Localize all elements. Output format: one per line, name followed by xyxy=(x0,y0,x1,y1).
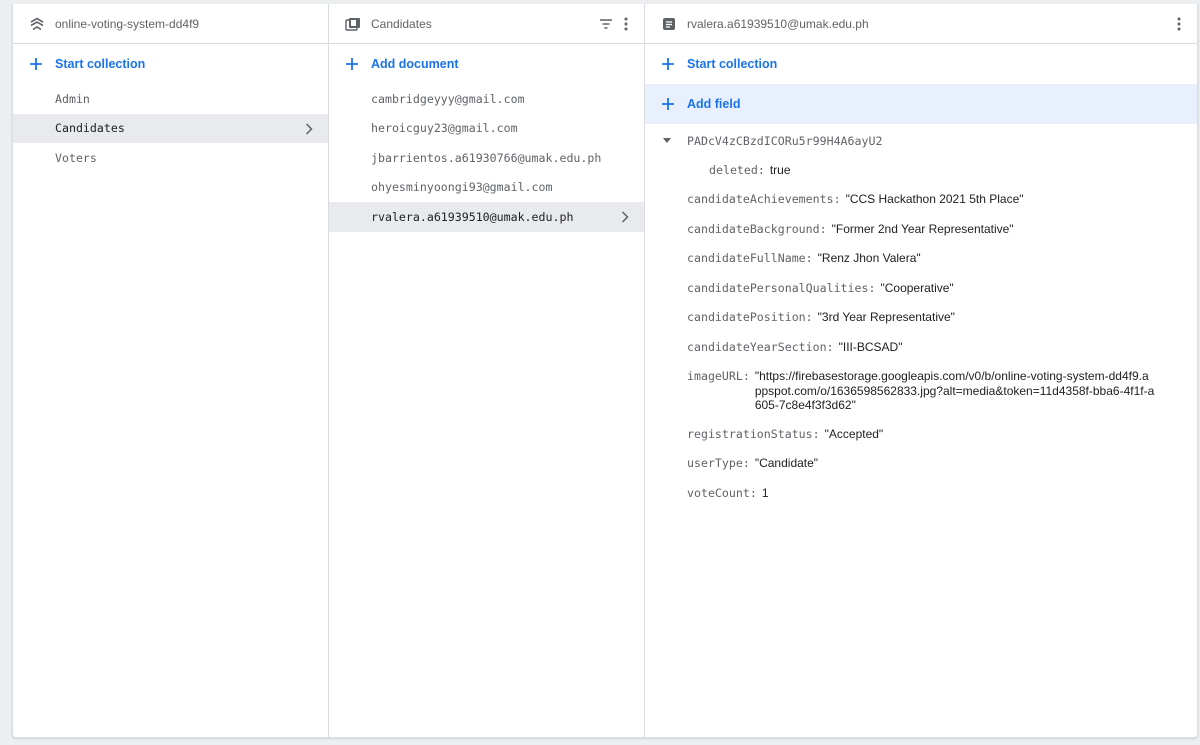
document-item[interactable]: heroicguy23@gmail.com xyxy=(329,114,644,144)
field-key: candidatePosition: xyxy=(687,310,813,324)
document-id: cambridgeyyy@gmail.com xyxy=(371,91,525,106)
root-panel-header: online-voting-system-dd4f9 xyxy=(13,4,328,44)
field-row[interactable]: candidateAchievements: "CCS Hackathon 202… xyxy=(645,185,1197,215)
field-key: candidateAchievements: xyxy=(687,192,841,206)
field-row[interactable]: userType: "Candidate" xyxy=(645,449,1197,479)
field-row[interactable]: voteCount: 1 xyxy=(645,479,1197,509)
firestore-root-icon xyxy=(29,16,45,32)
field-row[interactable]: candidatePosition: "3rd Year Representati… xyxy=(645,303,1197,333)
field-row[interactable]: candidateBackground: "Former 2nd Year Rep… xyxy=(645,215,1197,245)
field-key: candidateBackground: xyxy=(687,221,827,236)
field-key: registrationStatus: xyxy=(687,426,820,441)
document-panel: rvalera.a61939510@umak.edu.ph Start coll… xyxy=(645,4,1197,737)
document-id: rvalera.a61939510@umak.edu.ph xyxy=(371,209,574,224)
field-key: voteCount: xyxy=(687,485,757,500)
start-collection-label: Start collection xyxy=(55,57,146,71)
more-vert-icon[interactable] xyxy=(1169,12,1189,36)
chevron-right-icon xyxy=(620,210,630,224)
documents-list: cambridgeyyy@gmail.com heroicguy23@gmail.… xyxy=(329,84,644,232)
field-row[interactable]: registrationStatus: "Accepted" xyxy=(645,420,1197,450)
field-row[interactable]: candidatePersonalQualities: "Cooperative" xyxy=(645,274,1197,304)
collection-name: Candidates xyxy=(55,121,125,136)
document-item[interactable]: cambridgeyyy@gmail.com xyxy=(329,84,644,114)
document-id: heroicguy23@gmail.com xyxy=(371,121,518,136)
document-panel-header: rvalera.a61939510@umak.edu.ph xyxy=(645,4,1197,44)
plus-icon xyxy=(345,57,359,71)
map-field-toggle[interactable]: PADcV4zCBzdICORu5r99H4A6ayU2 xyxy=(645,126,1197,156)
field-key: candidateFullName: xyxy=(687,251,813,265)
field-value: true xyxy=(769,162,791,177)
field-value: "3rd Year Representative" xyxy=(817,310,955,324)
field-value: "III-BCSAD" xyxy=(838,339,903,354)
collection-item[interactable]: Candidates xyxy=(13,113,328,143)
field-value: "Former 2nd Year Representative" xyxy=(831,221,1014,236)
plus-icon xyxy=(661,97,675,111)
field-key: candidatePersonalQualities: xyxy=(687,280,876,295)
collection-item[interactable]: Admin xyxy=(13,84,328,114)
map-field-children: deleted: true xyxy=(645,156,1197,186)
caret-down-icon[interactable] xyxy=(663,137,671,144)
collections-list: Admin Candidates Voters xyxy=(13,84,328,173)
collection-panel-header: Candidates xyxy=(329,4,644,44)
plus-icon xyxy=(29,57,43,71)
field-row[interactable]: candidateYearSection: "III-BCSAD" xyxy=(645,333,1197,363)
add-field-label: Add field xyxy=(687,97,741,111)
field-row[interactable]: imageURL: "https://firebasestorage.google… xyxy=(645,362,1197,420)
document-icon xyxy=(661,16,677,32)
add-field-button[interactable]: Add field xyxy=(645,84,1197,124)
field-value: "CCS Hackathon 2021 5th Place" xyxy=(845,192,1024,206)
collection-name: Voters xyxy=(55,150,97,165)
filter-icon[interactable] xyxy=(596,12,616,36)
field-row[interactable]: deleted: true xyxy=(645,156,1197,186)
field-key: imageURL: xyxy=(687,369,750,383)
map-field-key: PADcV4zCBzdICORu5r99H4A6ayU2 xyxy=(687,133,883,148)
add-document-label: Add document xyxy=(371,57,459,71)
root-panel: online-voting-system-dd4f9 Start collect… xyxy=(13,4,329,737)
document-item[interactable]: jbarrientos.a61930766@umak.edu.ph xyxy=(329,143,644,173)
field-list: PADcV4zCBzdICORu5r99H4A6ayU2 deleted: tru… xyxy=(645,124,1197,508)
project-name: online-voting-system-dd4f9 xyxy=(55,16,200,31)
field-key: userType: xyxy=(687,456,750,470)
more-vert-icon[interactable] xyxy=(616,12,636,36)
field-value: "Candidate" xyxy=(754,456,819,470)
field-value: "https://firebasestorage.googleapis.com/… xyxy=(754,369,1155,412)
start-collection-button[interactable]: Start collection xyxy=(13,44,328,84)
field-value: "Renz Jhon Valera" xyxy=(817,251,921,265)
field-key: candidateYearSection: xyxy=(687,339,834,354)
add-document-button[interactable]: Add document xyxy=(329,44,644,84)
start-subcollection-label: Start collection xyxy=(687,57,778,71)
field-row[interactable]: candidateFullName: "Renz Jhon Valera" xyxy=(645,244,1197,274)
plus-icon xyxy=(661,57,675,71)
start-subcollection-button[interactable]: Start collection xyxy=(645,44,1197,84)
field-key: deleted: xyxy=(709,162,765,177)
document-id: jbarrientos.a61930766@umak.edu.ph xyxy=(371,150,602,165)
collection-panel: Candidates Add document cambridgeyyy@gma… xyxy=(329,4,645,737)
document-title: rvalera.a61939510@umak.edu.ph xyxy=(687,16,869,31)
document-id: ohyesminyoongi93@gmail.com xyxy=(371,180,553,195)
document-item[interactable]: rvalera.a61939510@umak.edu.ph xyxy=(329,202,644,232)
document-item[interactable]: ohyesminyoongi93@gmail.com xyxy=(329,173,644,203)
collection-name: Admin xyxy=(55,91,90,106)
collection-icon xyxy=(345,16,361,32)
chevron-right-icon xyxy=(304,122,314,136)
collection-item[interactable]: Voters xyxy=(13,143,328,173)
field-value: "Accepted" xyxy=(824,426,884,441)
field-value: 1 xyxy=(761,485,769,500)
collection-title: Candidates xyxy=(371,16,432,31)
field-value: "Cooperative" xyxy=(880,280,954,295)
fields: candidateAchievements: "CCS Hackathon 202… xyxy=(645,185,1197,508)
firestore-data-viewer: online-voting-system-dd4f9 Start collect… xyxy=(12,4,1198,738)
